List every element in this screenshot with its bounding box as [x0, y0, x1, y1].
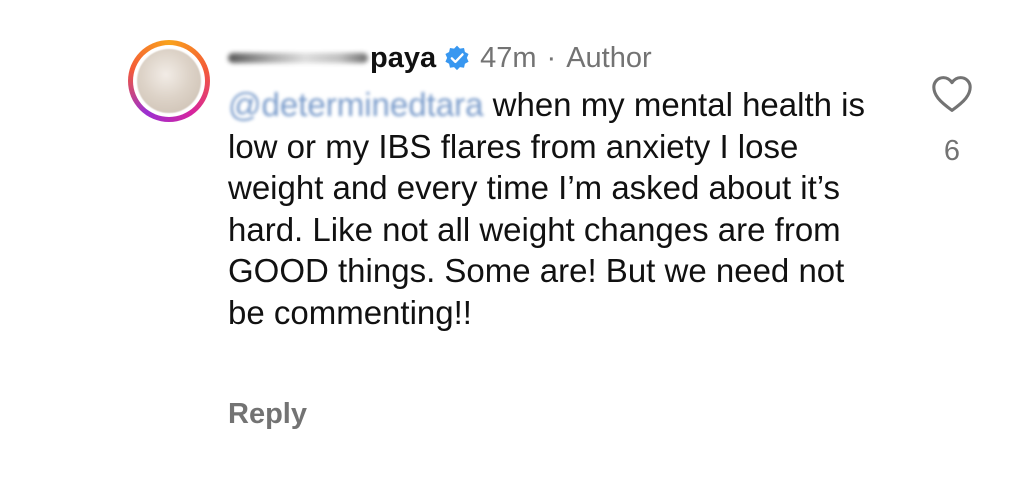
mention-link[interactable]: @determinedtara [228, 86, 483, 123]
comment-text: @determinedtara when my mental health is… [228, 84, 888, 333]
username-redacted [228, 53, 368, 63]
avatar [137, 49, 201, 113]
comment-header: paya 47m · Author [228, 40, 652, 76]
username[interactable]: paya [370, 42, 436, 75]
heart-icon[interactable] [930, 74, 974, 114]
separator-dot: · [546, 41, 557, 74]
reply-button[interactable]: Reply [228, 398, 307, 431]
verified-badge-icon [445, 45, 469, 71]
comment-timestamp: 47m [480, 41, 537, 74]
like-control: 6 [928, 74, 976, 168]
comment: paya 47m · Author @determinedtara when m… [0, 0, 1024, 478]
like-count: 6 [943, 135, 961, 167]
author-badge: Author [566, 41, 652, 74]
avatar-story-ring[interactable] [128, 40, 210, 122]
